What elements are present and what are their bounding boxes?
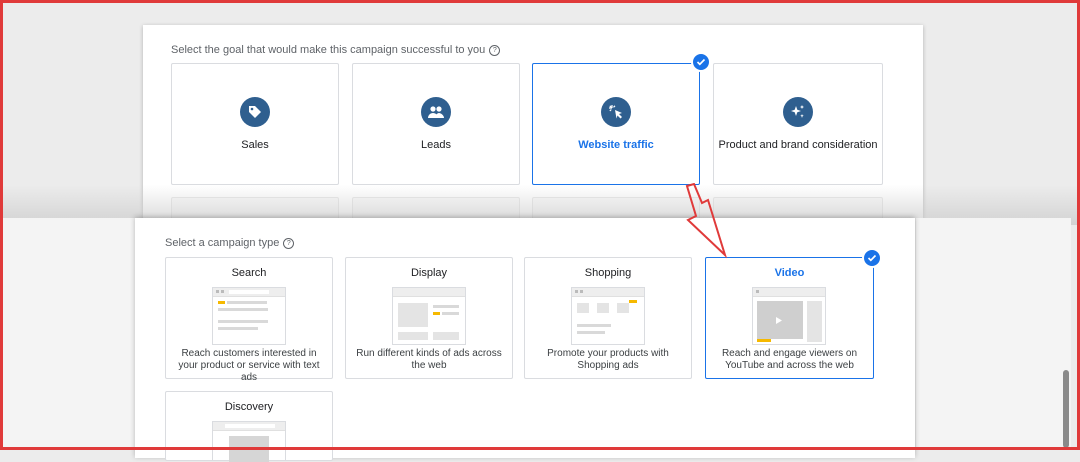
tag-icon [240, 97, 270, 127]
scrollbar-thumb[interactable] [1063, 370, 1069, 448]
background-strip [3, 218, 135, 450]
campaign-type-search[interactable]: Search Reach customers interested in you… [165, 257, 333, 383]
people-icon [421, 97, 451, 127]
shopping-ad-illustration [571, 287, 645, 345]
campaign-type-title: Video [774, 267, 805, 279]
goal-prompt-text: Select the goal that would make this cam… [171, 44, 486, 56]
discovery-ad-illustration [212, 421, 286, 462]
video-ad-illustration [752, 287, 826, 345]
campaign-type-description: Run different kinds of ads across the we… [356, 348, 502, 371]
background-strip [915, 218, 1071, 450]
selected-check-icon [691, 52, 711, 72]
campaign-type-display[interactable]: Display Run different kinds of ads acros… [345, 257, 513, 379]
campaign-type-shopping[interactable]: Shopping Promote your products with Shop… [524, 257, 692, 379]
goal-label: Website traffic [578, 139, 654, 151]
annotation-arrow-icon [685, 183, 728, 259]
campaign-type-description: Reach customers interested in your produ… [178, 348, 320, 383]
sparkle-icon [783, 97, 813, 127]
campaign-type-discovery[interactable]: Discovery [165, 391, 333, 462]
goal-card-leads[interactable]: Leads [352, 63, 520, 185]
selected-check-icon [862, 248, 882, 268]
campaign-type-title: Search [231, 267, 267, 279]
campaign-type-title: Display [410, 267, 448, 279]
campaign-type-description: Promote your products with Shopping ads [547, 348, 669, 371]
goal-label: Sales [241, 139, 269, 151]
campaign-type-title: Shopping [584, 267, 632, 279]
help-icon[interactable]: ? [283, 237, 295, 249]
help-icon[interactable]: ? [489, 44, 501, 56]
play-icon [776, 317, 782, 324]
campaign-type-title: Discovery [224, 401, 274, 413]
campaign-type-description: Reach and engage viewers on YouTube and … [721, 348, 858, 371]
search-ad-illustration [212, 287, 286, 345]
cursor-click-icon [601, 97, 631, 127]
goal-prompt: Select the goal that would make this cam… [171, 44, 501, 56]
campaign-type-video[interactable]: Video Reach and engage viewers on YouTub… [705, 257, 874, 379]
goal-card-product-brand-consideration[interactable]: Product and brand consideration [713, 63, 883, 185]
goal-card-website-traffic[interactable]: Website traffic [532, 63, 700, 185]
campaign-type-prompt: Select a campaign type ? [165, 237, 295, 249]
goal-label: Product and brand consideration [718, 139, 878, 151]
goal-label: Leads [421, 139, 451, 151]
goal-card-sales[interactable]: Sales [171, 63, 339, 185]
campaign-type-panel: Select a campaign type ? Search Reach cu… [135, 218, 915, 462]
campaign-type-prompt-text: Select a campaign type [165, 237, 280, 249]
display-ad-illustration [392, 287, 466, 345]
